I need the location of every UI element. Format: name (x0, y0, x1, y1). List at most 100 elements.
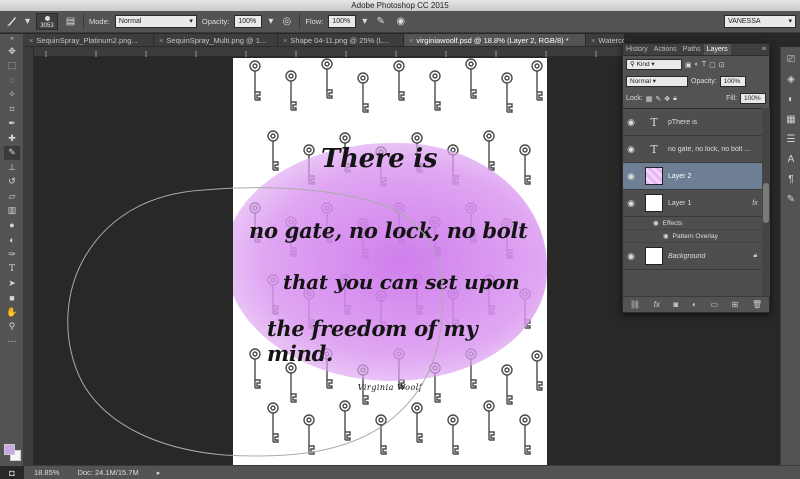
layer-row[interactable]: ◉ T pThere is (623, 109, 762, 136)
brush-tool-icon[interactable] (4, 14, 19, 29)
layer-fill-input[interactable]: 100% (740, 93, 766, 104)
healing-brush-tool-icon[interactable]: ✚ (4, 131, 20, 146)
close-icon[interactable]: × (409, 36, 413, 45)
layer-row[interactable]: ◉ Background 🔒︎ (623, 243, 762, 270)
chevron-down-icon[interactable]: ▾ (361, 14, 368, 29)
lasso-tool-icon[interactable]: ◌ (4, 73, 20, 88)
tab-actions[interactable]: Actions (651, 44, 680, 55)
eye-icon[interactable]: ◉ (623, 117, 639, 128)
filter-shape-icon[interactable]: ▢ (709, 61, 716, 69)
tab-paths[interactable]: Paths (680, 44, 704, 55)
new-layer-icon[interactable]: ⊞ (732, 300, 739, 309)
tab-sequinspray-platinum[interactable]: × SequinSpray_Platinum2.png... (24, 34, 154, 46)
eye-icon[interactable]: ◉ (663, 232, 669, 240)
blend-mode-select[interactable]: Normal ▾ (626, 76, 688, 87)
link-icon[interactable]: ⛓ (630, 300, 640, 309)
layers-scrollbar[interactable] (762, 108, 770, 296)
eye-icon[interactable]: ◉ (623, 251, 639, 262)
dodge-tool-icon[interactable]: ◐ (4, 233, 20, 248)
panel-menu-icon[interactable]: ≡ (759, 44, 769, 55)
chevron-down-icon[interactable]: ▾ (24, 14, 31, 29)
zoom-level[interactable]: 18.85% (34, 468, 59, 477)
pen-tool-icon[interactable]: ✑ (4, 247, 20, 262)
paragraph-panel-icon[interactable]: ¶ (783, 171, 799, 187)
brush-panel-icon[interactable]: ▤ (63, 14, 78, 29)
crop-tool-icon[interactable]: ⌗ (4, 102, 20, 117)
filter-smart-icon[interactable]: ⊡ (719, 61, 725, 69)
character-panel-icon[interactable]: A (783, 151, 799, 167)
group-icon[interactable]: ▭ (710, 300, 718, 309)
brush-presets-icon[interactable]: ✎ (783, 191, 799, 207)
flow-input[interactable]: 100% (328, 15, 357, 28)
layer-row-selected[interactable]: ◉ Layer 2 (623, 163, 762, 190)
tab-virginiawoolf[interactable]: × virginiawoolf.psd @ 18.8% (Layer 2, RGB… (404, 34, 586, 46)
lock-transparent-icon[interactable]: ▦ (646, 95, 653, 103)
clone-stamp-tool-icon[interactable]: ⊥ (4, 160, 20, 175)
type-tool-icon[interactable]: T (4, 262, 20, 277)
blur-tool-icon[interactable]: ● (4, 218, 20, 233)
pressure-size-icon[interactable]: ◉ (393, 14, 408, 29)
swatches-panel-icon[interactable]: ▦ (783, 111, 799, 127)
effects-row[interactable]: ◉ Effects (623, 217, 762, 230)
foreground-color-swatch[interactable] (4, 444, 15, 455)
eraser-tool-icon[interactable]: ▱ (4, 189, 20, 204)
filter-adjustment-icon[interactable]: ◐ (695, 61, 699, 68)
lock-position-icon[interactable]: ✥ (664, 95, 670, 103)
history-panel-icon[interactable]: ⎚ (783, 51, 799, 67)
eye-icon[interactable]: ◉ (623, 171, 639, 182)
adjustment-layer-icon[interactable]: ◐ (692, 300, 697, 309)
collapse-icon[interactable]: » (4, 34, 20, 44)
adjustments-panel-icon[interactable]: ◐ (783, 91, 799, 107)
marquee-tool-icon[interactable]: ⬚ (4, 59, 20, 74)
canvas-area[interactable]: There is no gate, no lock, no bolt that … (34, 57, 622, 465)
filter-type-icon[interactable]: T (702, 61, 706, 68)
tab-sequinspray-multi[interactable]: × SequinSpray_Multi.png @ 1... (154, 34, 278, 46)
lock-all-icon[interactable]: 🔒︎ (673, 95, 677, 103)
brush-size-picker[interactable]: 3053 (36, 13, 58, 30)
chevron-down-icon[interactable]: ▾ (267, 14, 274, 29)
properties-panel-icon[interactable]: ☰ (783, 131, 799, 147)
trash-icon[interactable]: 🗑︎ (752, 300, 762, 309)
tab-watercolor-splash[interactable]: ×Watercolor Splash Preset.png... (586, 34, 624, 46)
eyedropper-tool-icon[interactable]: ✒ (4, 117, 20, 132)
history-brush-tool-icon[interactable]: ↺ (4, 175, 20, 190)
close-icon[interactable]: × (29, 36, 33, 45)
airbrush-icon[interactable]: ✎ (373, 14, 388, 29)
scrollbar-thumb[interactable] (763, 183, 769, 223)
mask-icon[interactable]: ◙ (673, 300, 678, 309)
pressure-opacity-icon[interactable]: ◎ (279, 14, 294, 29)
filter-pixel-icon[interactable]: ▣ (685, 61, 692, 69)
quick-mask-icon[interactable]: ◘ (4, 466, 20, 479)
close-icon[interactable]: × (159, 36, 163, 45)
workspace-select[interactable]: VANESSA ▾ (724, 15, 796, 28)
move-tool-icon[interactable]: ✥ (4, 44, 20, 59)
close-icon[interactable]: × (591, 36, 595, 45)
pattern-overlay-row[interactable]: ◉ Pattern Overlay (623, 230, 762, 243)
fx-icon[interactable]: fx (654, 300, 660, 309)
fx-badge[interactable]: fx (748, 200, 762, 207)
filter-kind-select[interactable]: ⚲ Kind ▾ (626, 59, 682, 70)
eye-icon[interactable]: ◉ (653, 219, 659, 227)
opacity-input[interactable]: 100% (234, 15, 263, 28)
path-select-tool-icon[interactable]: ➤ (4, 276, 20, 291)
tab-history[interactable]: History (623, 44, 651, 55)
quick-select-tool-icon[interactable]: ✧ (4, 88, 20, 103)
gradient-tool-icon[interactable]: ▥ (4, 204, 20, 219)
eye-icon[interactable]: ◉ (623, 198, 639, 209)
mode-select[interactable]: Normal ▾ (114, 15, 197, 28)
layer-row[interactable]: ◉ Layer 1 fx (623, 190, 762, 217)
layers-panel-icon[interactable]: ◈ (783, 71, 799, 87)
chevron-right-icon[interactable]: ▸ (157, 469, 161, 477)
close-icon[interactable]: × (283, 36, 287, 45)
layer-row[interactable]: ◉ T no gate, no lock, no bolt ... (623, 136, 762, 163)
brush-tool-icon[interactable]: ✎ (4, 145, 20, 160)
zoom-tool-icon[interactable]: ⚲ (4, 320, 20, 335)
rectangle-tool-icon[interactable]: ■ (4, 291, 20, 306)
tab-shape-04-11[interactable]: × Shape 04-11.png @ 25% (L... (278, 34, 404, 46)
tab-layers[interactable]: Layers (703, 44, 731, 55)
more-tools-icon[interactable]: ⋯ (4, 334, 20, 349)
eye-icon[interactable]: ◉ (623, 144, 639, 155)
layer-opacity-input[interactable]: 100% (719, 76, 746, 87)
hand-tool-icon[interactable]: ✋ (4, 305, 20, 320)
lock-brush-icon[interactable]: ✎ (655, 95, 661, 103)
